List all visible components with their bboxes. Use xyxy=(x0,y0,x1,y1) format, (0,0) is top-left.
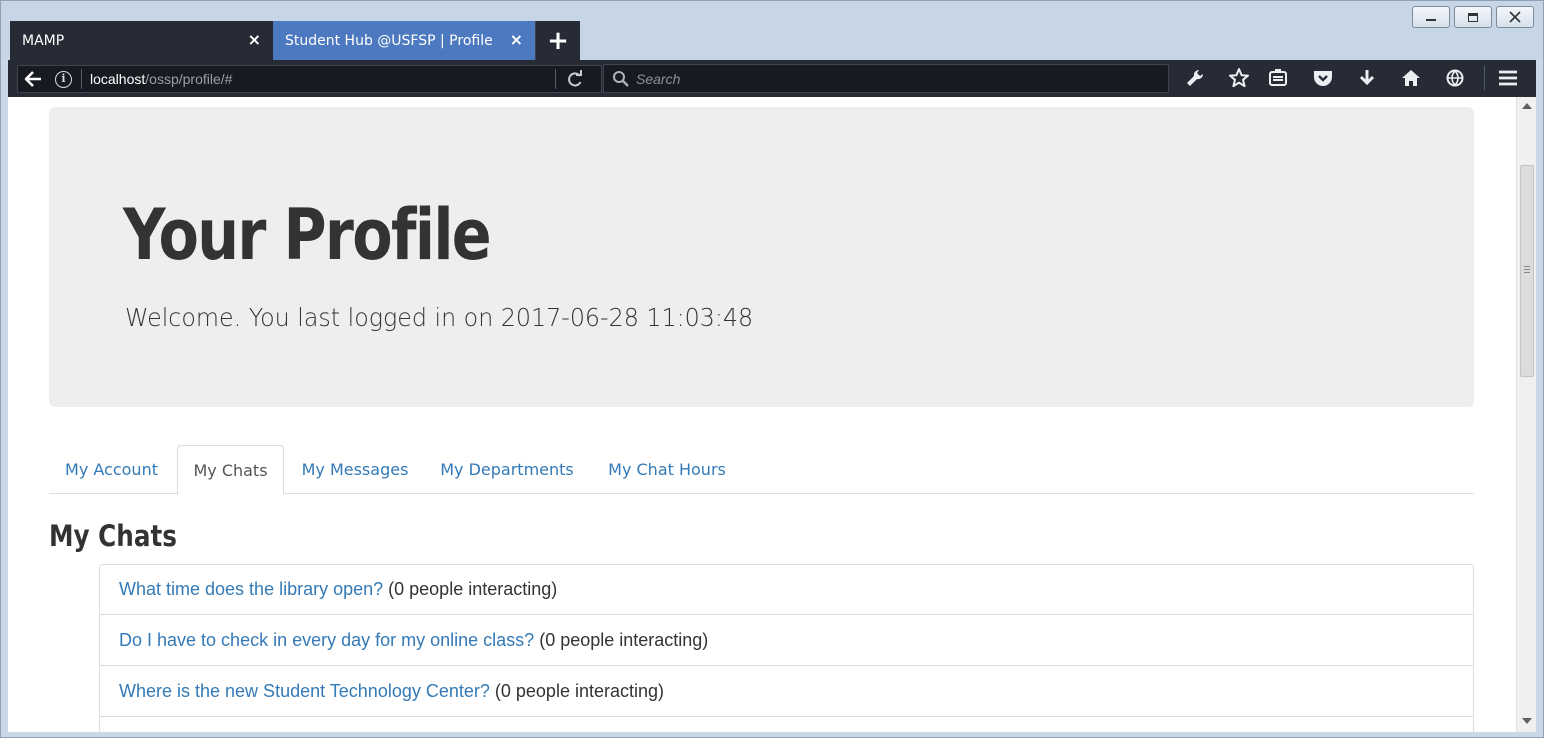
list-item: Do I have to check in every day for my o… xyxy=(99,615,1474,666)
welcome-message: Welcome. You last logged in on 2017-06-2… xyxy=(125,303,754,332)
page-title: Your Profile xyxy=(123,194,492,276)
pocket-icon xyxy=(1314,71,1332,86)
divider xyxy=(555,69,556,89)
profile-tabs: My Account My Chats My Messages My Depar… xyxy=(49,445,1474,495)
page-viewport: Your Profile Welcome. You last logged in… xyxy=(8,97,1536,732)
wrench-button[interactable] xyxy=(1182,65,1208,91)
divider xyxy=(1484,66,1485,90)
web-developer-button[interactable] xyxy=(1442,65,1468,91)
tab-close-icon[interactable]: × xyxy=(248,30,261,49)
list-item: What time does the library open? (0 peop… xyxy=(99,564,1474,615)
divider xyxy=(81,69,82,89)
scroll-up-arrow-icon[interactable] xyxy=(1522,103,1532,109)
reload-icon xyxy=(568,70,582,87)
download-button[interactable] xyxy=(1354,65,1380,91)
back-arrow-icon xyxy=(24,71,41,87)
interaction-count: (0 people interacting) xyxy=(539,629,709,650)
pocket-button[interactable] xyxy=(1310,65,1336,91)
chat-link[interactable]: Do I have to check in every day for my o… xyxy=(119,630,534,651)
scroll-down-arrow-icon[interactable] xyxy=(1522,718,1532,724)
section-title: My Chats xyxy=(49,519,177,553)
tab-label: Student Hub @USFSP | Profile xyxy=(285,32,493,49)
back-button[interactable] xyxy=(18,66,48,92)
search-icon xyxy=(613,71,629,87)
window-controls xyxy=(1412,6,1534,28)
interaction-count: (0 people interacting) xyxy=(388,579,558,599)
tab-strip: MAMP × Student Hub @USFSP | Profile × + xyxy=(10,21,580,60)
restore-icon xyxy=(1468,12,1478,22)
scroll-thumb[interactable] xyxy=(1520,165,1534,377)
list-item xyxy=(99,717,1474,732)
window-titlebar: MAMP × Student Hub @USFSP | Profile × + xyxy=(0,0,1544,60)
new-tab-button[interactable]: + xyxy=(535,21,580,60)
browser-toolbar: i localhost/ossp/profile/# Search xyxy=(8,60,1536,97)
address-bar[interactable]: i localhost/ossp/profile/# xyxy=(17,65,602,93)
reader-button[interactable] xyxy=(1265,65,1291,91)
globe-icon xyxy=(1446,69,1464,87)
url-text[interactable]: localhost/ossp/profile/# xyxy=(90,71,232,87)
wrench-icon xyxy=(1187,69,1204,86)
reader-icon xyxy=(1269,69,1287,86)
tab-my-messages[interactable]: My Messages xyxy=(287,445,423,494)
menu-button[interactable] xyxy=(1495,65,1521,91)
profile-jumbotron: Your Profile Welcome. You last logged in… xyxy=(49,107,1474,407)
bookmark-star-button[interactable] xyxy=(1226,65,1252,91)
plus-icon: + xyxy=(547,25,569,56)
chat-list: What time does the library open? (0 peop… xyxy=(99,564,1474,732)
star-icon xyxy=(1229,68,1249,88)
minimize-button[interactable] xyxy=(1412,6,1450,28)
tab-my-departments[interactable]: My Departments xyxy=(428,445,586,494)
tab-my-chats[interactable]: My Chats xyxy=(177,445,284,495)
close-window-button[interactable] xyxy=(1496,6,1534,28)
chat-link[interactable]: Where is the new Student Technology Cent… xyxy=(119,681,490,702)
tab-label: MAMP xyxy=(22,32,65,49)
url-path: /ossp/profile/# xyxy=(145,71,233,87)
tab-close-icon[interactable]: × xyxy=(510,30,523,49)
menu-icon xyxy=(1499,70,1517,86)
browser-tab-mamp[interactable]: MAMP × xyxy=(10,21,273,60)
grip-line xyxy=(1524,269,1530,270)
tab-my-account[interactable]: My Account xyxy=(49,445,174,494)
tab-my-chat-hours[interactable]: My Chat Hours xyxy=(592,445,742,494)
search-bar[interactable]: Search xyxy=(603,64,1169,93)
grip-line xyxy=(1524,266,1530,267)
list-item: Where is the new Student Technology Cent… xyxy=(99,666,1474,717)
info-icon[interactable]: i xyxy=(55,71,72,88)
home-button[interactable] xyxy=(1398,65,1424,91)
close-icon xyxy=(1509,11,1521,23)
grip-line xyxy=(1524,272,1530,273)
restore-button[interactable] xyxy=(1454,6,1492,28)
url-host: localhost xyxy=(90,71,146,87)
chat-link[interactable]: What time does the library open? xyxy=(119,579,383,600)
minimize-icon xyxy=(1426,19,1436,21)
search-input[interactable]: Search xyxy=(636,71,680,87)
vertical-scrollbar[interactable] xyxy=(1516,97,1536,732)
interaction-count: (0 people interacting) xyxy=(494,680,664,701)
reload-button[interactable] xyxy=(566,68,584,95)
browser-tab-profile[interactable]: Student Hub @USFSP | Profile × xyxy=(273,21,535,60)
home-icon xyxy=(1402,70,1420,86)
download-icon xyxy=(1359,70,1375,86)
